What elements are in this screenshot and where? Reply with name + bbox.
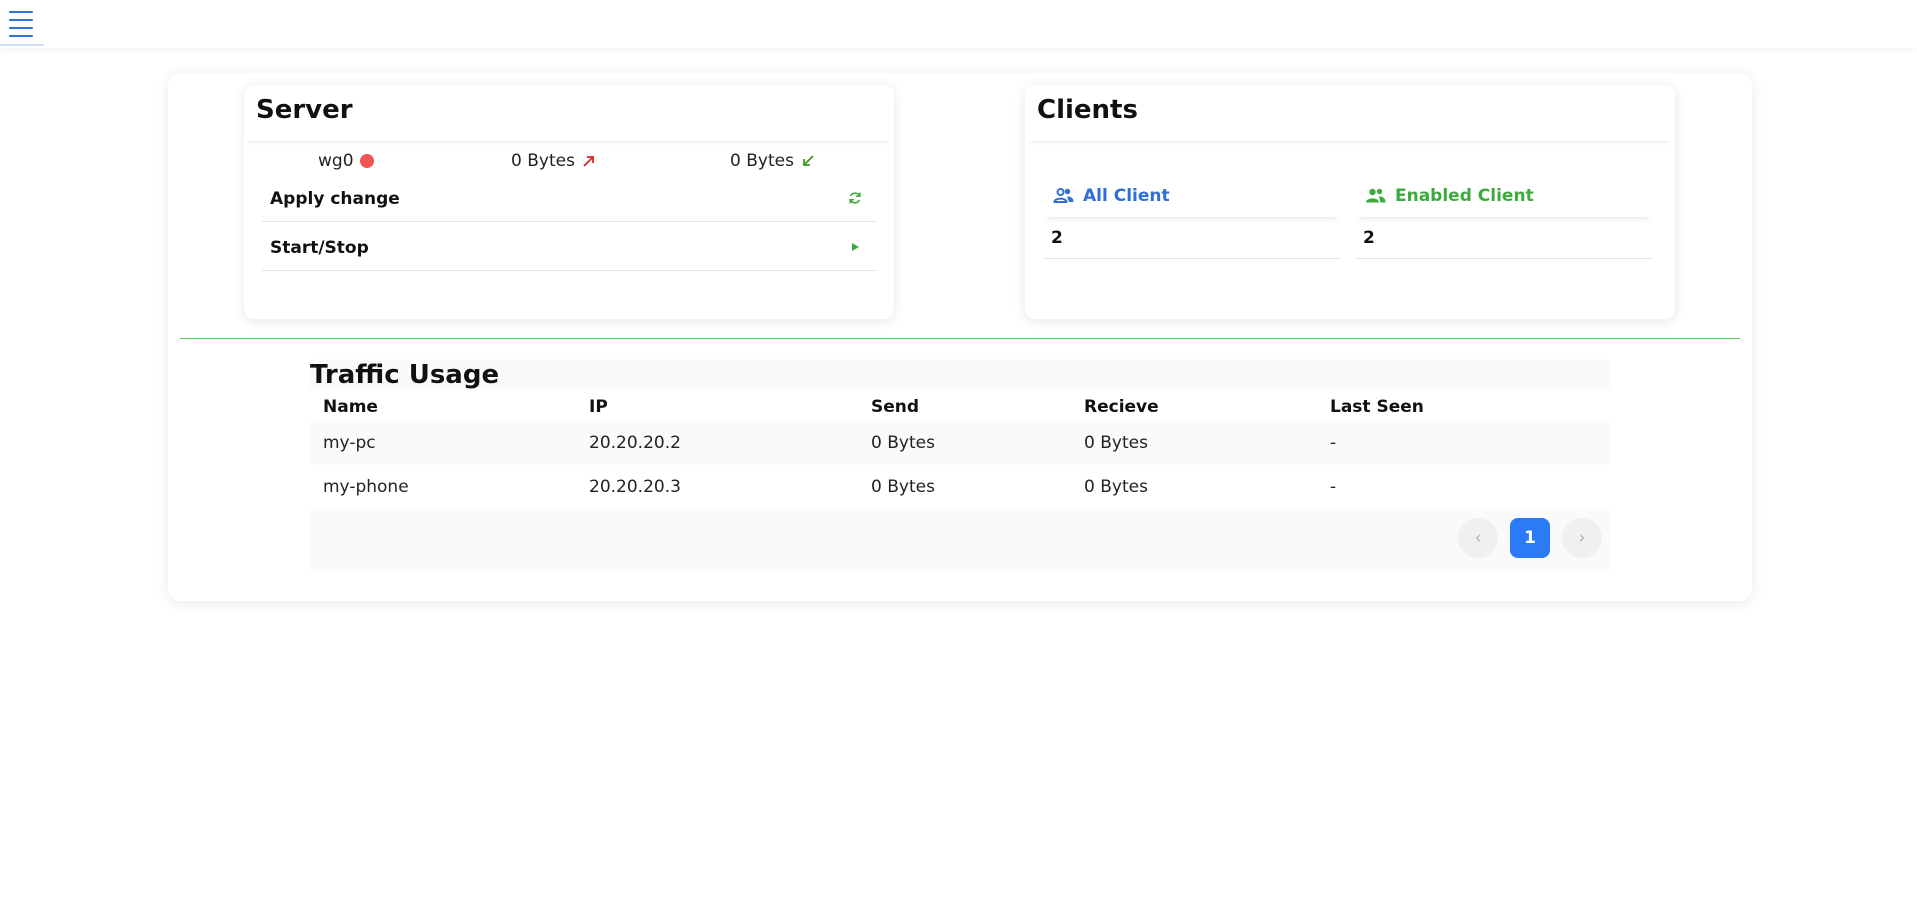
traffic-usage-title: Traffic Usage — [310, 360, 500, 390]
column-header-name[interactable]: Name — [323, 397, 378, 417]
enabled-client-panel: Enabled Client 2 — [1355, 175, 1653, 259]
all-client-count: 2 — [1043, 219, 1341, 259]
users-icon — [1366, 188, 1386, 203]
all-client-label: All Client — [1083, 186, 1170, 206]
table-header: Name IP Send Recieve Last Seen — [310, 391, 1610, 421]
enabled-client-count: 2 — [1355, 219, 1653, 259]
apply-change-button[interactable]: Apply change — [262, 174, 877, 222]
next-page-button[interactable]: › — [1562, 518, 1602, 558]
server-received: 0 Bytes — [730, 151, 816, 171]
traffic-usage-header: Traffic Usage — [310, 359, 1610, 390]
cell-recieve: 0 Bytes — [1084, 433, 1148, 453]
refresh-icon[interactable] — [847, 190, 863, 206]
cell-ip: 20.20.20.3 — [589, 477, 681, 497]
received-value: 0 Bytes — [730, 151, 794, 171]
cell-ip: 20.20.20.2 — [589, 433, 681, 453]
play-icon[interactable] — [847, 239, 863, 255]
interface-name: wg0 — [318, 151, 354, 171]
enabled-client-header: Enabled Client — [1355, 175, 1653, 217]
column-header-last-seen[interactable]: Last Seen — [1330, 397, 1424, 417]
arrow-up-right-icon — [583, 156, 594, 167]
server-title: Server — [256, 95, 353, 125]
cell-send: 0 Bytes — [871, 477, 935, 497]
pagination: ‹ 1 › — [310, 509, 1610, 571]
interface-status: wg0 — [318, 151, 374, 171]
all-client-header: All Client — [1043, 175, 1341, 217]
sent-value: 0 Bytes — [511, 151, 575, 171]
start-stop-button[interactable]: Start/Stop — [262, 223, 877, 271]
arrow-down-left-icon — [803, 155, 814, 166]
section-divider — [180, 338, 1740, 339]
column-header-ip[interactable]: IP — [589, 397, 608, 417]
server-card: Server wg0 0 Bytes 0 Bytes Apply change — [244, 85, 894, 319]
page-1-button[interactable]: 1 — [1510, 518, 1550, 558]
clients-card: Clients All Client 2 Enabled Client 2 — [1025, 85, 1675, 319]
server-sent: 0 Bytes — [511, 151, 597, 171]
prev-page-button[interactable]: ‹ — [1458, 518, 1498, 558]
status-dot-icon — [359, 154, 374, 168]
table-row[interactable]: my-pc 20.20.20.2 0 Bytes 0 Bytes - — [310, 421, 1610, 465]
hamburger-menu-icon[interactable] — [0, 0, 44, 46]
start-stop-label: Start/Stop — [270, 238, 369, 258]
users-icon — [1053, 188, 1074, 203]
cell-last-seen: - — [1330, 433, 1337, 453]
top-bar — [0, 0, 1917, 48]
column-header-send[interactable]: Send — [871, 397, 919, 417]
column-header-recieve[interactable]: Recieve — [1084, 397, 1159, 417]
apply-change-label: Apply change — [270, 189, 400, 209]
cell-send: 0 Bytes — [871, 433, 935, 453]
cell-name: my-pc — [323, 433, 376, 453]
table-row[interactable]: my-phone 20.20.20.3 0 Bytes 0 Bytes - — [310, 465, 1610, 509]
enabled-client-label: Enabled Client — [1395, 186, 1534, 206]
main-panel: Server wg0 0 Bytes 0 Bytes Apply change — [168, 73, 1752, 601]
cell-last-seen: - — [1330, 477, 1337, 497]
cell-name: my-phone — [323, 477, 409, 497]
cell-recieve: 0 Bytes — [1084, 477, 1148, 497]
all-client-panel: All Client 2 — [1043, 175, 1341, 259]
clients-title: Clients — [1037, 95, 1138, 125]
